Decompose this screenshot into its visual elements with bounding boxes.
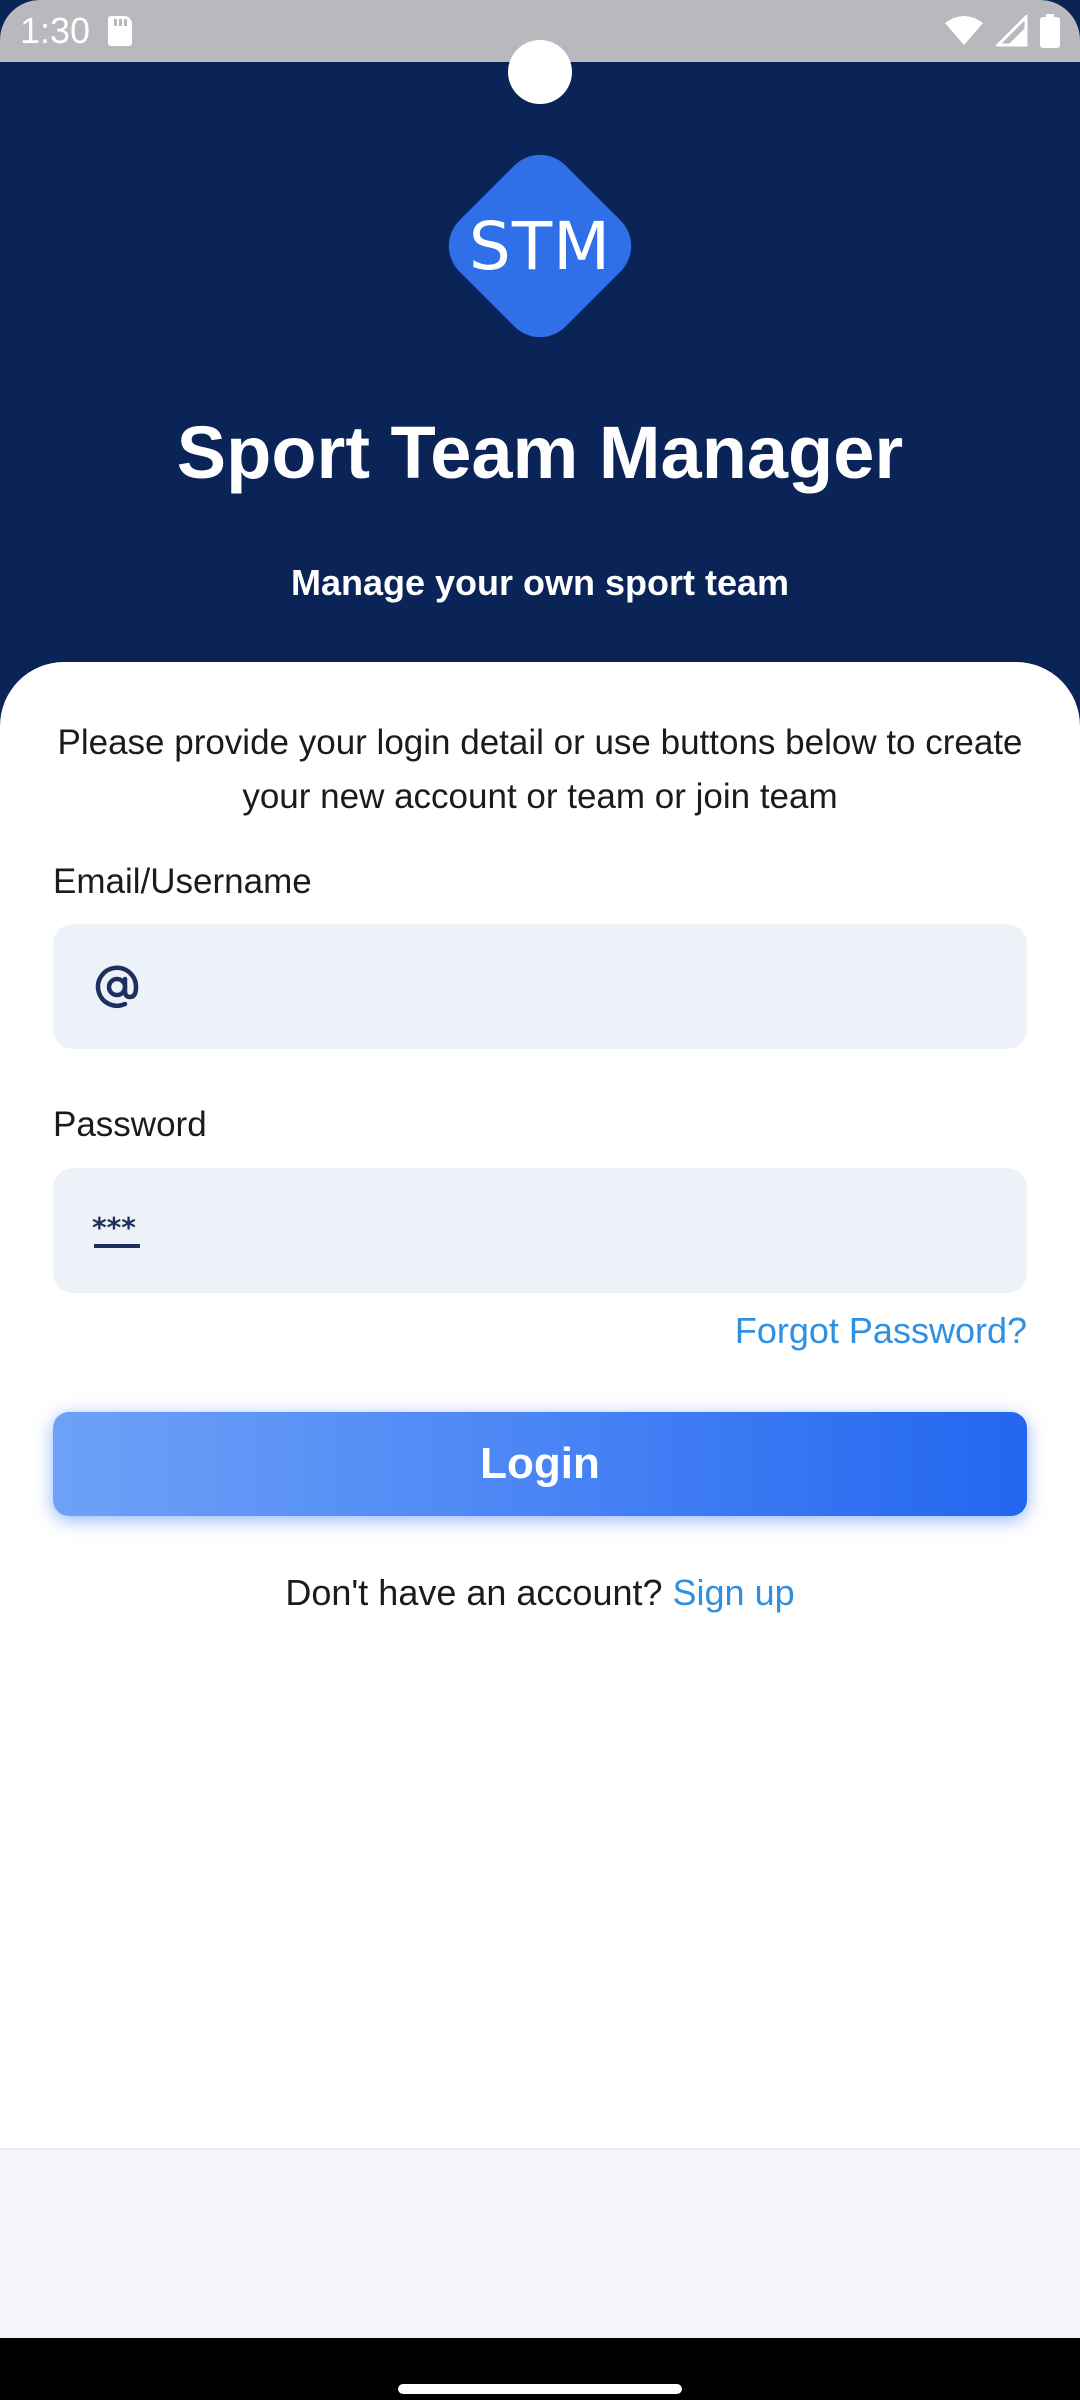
at-sign-icon	[91, 961, 143, 1013]
signup-link[interactable]: Sign up	[673, 1572, 795, 1613]
email-label: Email/Username	[53, 862, 312, 901]
password-input[interactable]	[143, 1168, 1027, 1293]
app-subtitle: Manage your own sport team	[290, 562, 790, 603]
sd-card-icon	[108, 16, 133, 46]
password-label: Password	[53, 1105, 207, 1144]
signup-prompt: Don't have an account?	[285, 1572, 663, 1613]
cellular-signal-icon	[996, 15, 1028, 47]
camera-cutout	[508, 40, 572, 104]
password-icon: ***	[91, 1205, 143, 1257]
bottom-area	[0, 2148, 1080, 2338]
wifi-icon	[945, 16, 983, 45]
login-instructions: Please provide your login detail or use …	[57, 723, 1023, 816]
logo-text: STM	[468, 207, 612, 285]
forgot-password-link[interactable]: Forgot Password?	[735, 1310, 1027, 1352]
battery-icon	[1040, 14, 1060, 48]
app-title: Sport Team Manager	[176, 411, 904, 494]
login-button[interactable]: Login	[53, 1412, 1027, 1516]
status-time: 1:30	[20, 10, 91, 51]
password-field[interactable]: ***	[53, 1168, 1027, 1293]
svg-text:***: ***	[92, 1211, 136, 1244]
home-indicator[interactable]	[398, 2384, 682, 2394]
email-field[interactable]	[53, 924, 1027, 1049]
signup-row: Don't have an account? Sign up	[0, 1572, 1080, 1614]
email-input[interactable]	[143, 924, 1027, 1049]
login-card: Please provide your login detail or use …	[0, 662, 1080, 2148]
login-screen: 1:30 STM Sport Team Manager Manage your …	[0, 0, 1080, 2400]
app-logo: STM	[433, 139, 647, 353]
status-icons	[944, 14, 1060, 48]
